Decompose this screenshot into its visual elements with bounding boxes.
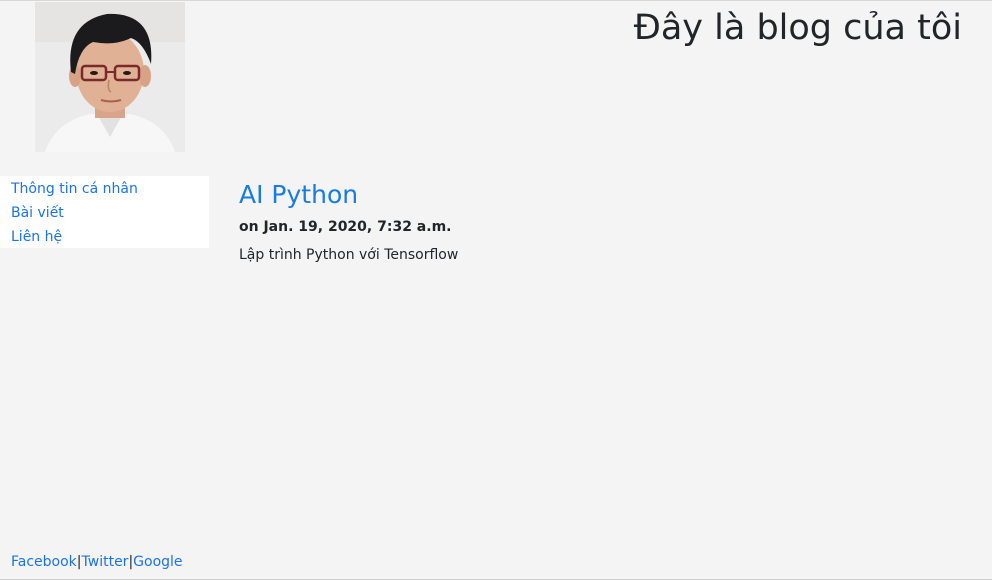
sidebar-item-contact[interactable]: Liên hệ — [11, 225, 209, 249]
sidebar-item-posts[interactable]: Bài viết — [11, 201, 209, 225]
post-body: Lập trình Python với Tensorflow — [239, 247, 459, 263]
twitter-link[interactable]: Twitter — [82, 554, 129, 570]
footer-links: Facebook|Twitter|Google — [11, 551, 183, 573]
sidebar-item-personal-info[interactable]: Thông tin cá nhân — [11, 177, 209, 201]
post-date: on Jan. 19, 2020, 7:32 a.m. — [239, 219, 452, 235]
blog-title: Đây là blog của tôi — [633, 8, 962, 48]
sidebar-nav: Thông tin cá nhân Bài viết Liên hệ — [0, 176, 209, 248]
facebook-link[interactable]: Facebook — [11, 554, 77, 570]
google-link[interactable]: Google — [133, 554, 182, 570]
post-title[interactable]: AI Python — [239, 177, 458, 213]
blog-post: AI Python on Jan. 19, 2020, 7:32 a.m. Lậ… — [239, 177, 458, 265]
avatar — [35, 2, 185, 152]
person-portrait-icon — [35, 2, 185, 152]
